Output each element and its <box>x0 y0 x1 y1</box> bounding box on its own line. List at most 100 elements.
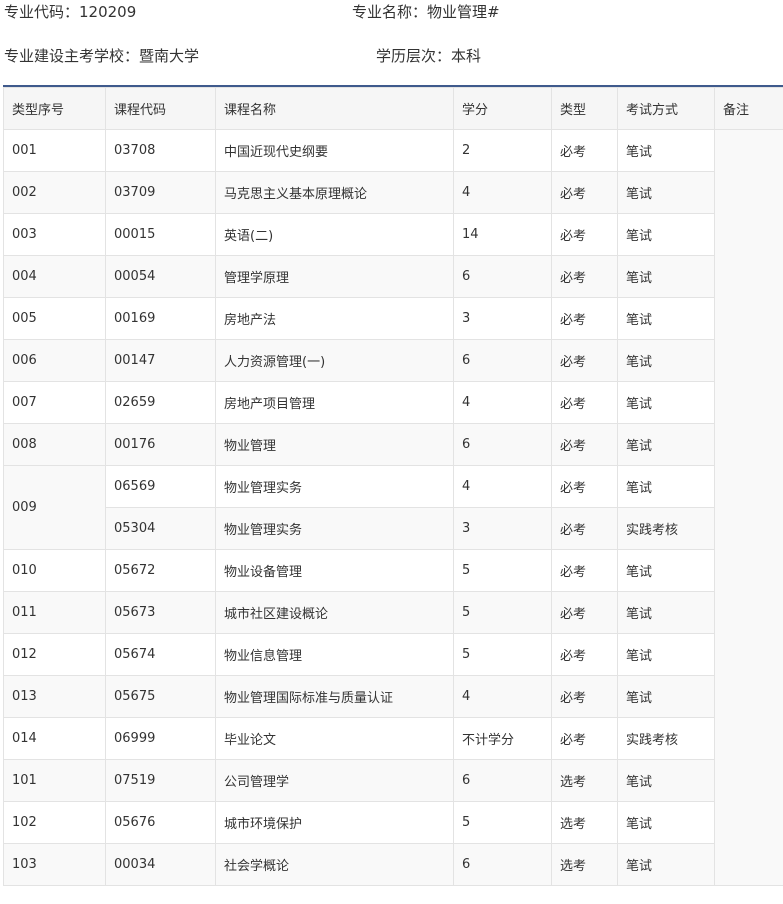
cell-code: 00054 <box>105 255 216 298</box>
cell-seq: 009 <box>3 465 106 550</box>
cell-type: 必考 <box>551 465 618 508</box>
table-row: 013 05675 物业管理国际标准与质量认证 4 必考 笔试 <box>3 675 783 718</box>
cell-code: 07519 <box>105 759 216 802</box>
cell-seq: 103 <box>3 843 106 886</box>
cell-name: 社会学概论 <box>215 843 454 886</box>
cell-type: 选考 <box>551 843 618 886</box>
cell-credit: 5 <box>453 591 552 634</box>
table-row: 005 00169 房地产法 3 必考 笔试 <box>3 297 783 340</box>
cell-seq: 014 <box>3 717 106 760</box>
cell-code: 02659 <box>105 381 216 424</box>
cell-name: 物业设备管理 <box>215 549 454 592</box>
cell-code: 00034 <box>105 843 216 886</box>
cell-code: 00176 <box>105 423 216 466</box>
cell-seq: 012 <box>3 633 106 676</box>
cell-exam: 笔试 <box>617 549 715 592</box>
cell-exam: 笔试 <box>617 759 715 802</box>
cell-code: 05304 <box>105 507 216 550</box>
cell-name: 物业信息管理 <box>215 633 454 676</box>
cell-exam: 笔试 <box>617 843 715 886</box>
table-header-row: 类型序号 课程代码 课程名称 学分 类型 考试方式 备注 <box>3 87 783 130</box>
cell-name: 物业管理实务 <box>215 507 454 550</box>
cell-code: 05675 <box>105 675 216 718</box>
cell-seq: 101 <box>3 759 106 802</box>
column-header: 学分 <box>453 87 552 130</box>
cell-type: 必考 <box>551 717 618 760</box>
cell-type: 必考 <box>551 591 618 634</box>
cell-code: 00169 <box>105 297 216 340</box>
cell-credit: 6 <box>453 423 552 466</box>
cell-seq: 006 <box>3 339 106 382</box>
cell-seq: 001 <box>3 129 106 172</box>
cell-type: 必考 <box>551 129 618 172</box>
table-row: 001 03708 中国近现代史纲要 2 必考 笔试 <box>3 129 783 886</box>
cell-seq: 005 <box>3 297 106 340</box>
cell-credit: 6 <box>453 843 552 886</box>
cell-exam: 实践考核 <box>617 507 715 550</box>
cell-name: 公司管理学 <box>215 759 454 802</box>
cell-name: 城市环境保护 <box>215 801 454 844</box>
cell-exam: 笔试 <box>617 801 715 844</box>
cell-exam: 笔试 <box>617 465 715 508</box>
cell-code: 05672 <box>105 549 216 592</box>
education-level: 学历层次：本科 <box>376 47 482 65</box>
cell-seq: 004 <box>3 255 106 298</box>
cell-type: 必考 <box>551 675 618 718</box>
column-header: 类型序号 <box>3 87 106 130</box>
table-row: 008 00176 物业管理 6 必考 笔试 <box>3 423 783 466</box>
cell-credit: 6 <box>453 759 552 802</box>
cell-name: 马克思主义基本原理概论 <box>215 171 454 214</box>
cell-credit: 不计学分 <box>453 717 552 760</box>
cell-name: 人力资源管理(一) <box>215 339 454 382</box>
cell-credit: 5 <box>453 633 552 676</box>
table-row: 007 02659 房地产项目管理 4 必考 笔试 <box>3 381 783 424</box>
table-row: 012 05674 物业信息管理 5 必考 笔试 <box>3 633 783 676</box>
cell-code: 00015 <box>105 213 216 256</box>
cell-type: 必考 <box>551 255 618 298</box>
column-header: 课程名称 <box>215 87 454 130</box>
cell-seq: 002 <box>3 171 106 214</box>
table-row: 002 03709 马克思主义基本原理概论 4 必考 笔试 <box>3 171 783 214</box>
table-row: 003 00015 英语(二) 14 必考 笔试 <box>3 213 783 256</box>
major-name: 专业名称：物业管理# <box>352 3 500 21</box>
cell-name: 中国近现代史纲要 <box>215 129 454 172</box>
cell-exam: 笔试 <box>617 423 715 466</box>
table-row: 103 00034 社会学概论 6 选考 笔试 <box>3 843 783 886</box>
cell-note <box>714 129 783 886</box>
cell-name: 物业管理实务 <box>215 465 454 508</box>
cell-exam: 笔试 <box>617 381 715 424</box>
cell-exam: 实践考核 <box>617 717 715 760</box>
cell-code: 03709 <box>105 171 216 214</box>
column-header: 类型 <box>551 87 618 130</box>
cell-credit: 14 <box>453 213 552 256</box>
cell-name: 城市社区建设概论 <box>215 591 454 634</box>
cell-seq: 013 <box>3 675 106 718</box>
cell-type: 必考 <box>551 549 618 592</box>
major-code: 专业代码：120209 <box>4 3 137 21</box>
cell-exam: 笔试 <box>617 339 715 382</box>
host-school: 专业建设主考学校：暨南大学 <box>4 47 200 65</box>
cell-credit: 4 <box>453 675 552 718</box>
cell-type: 必考 <box>551 633 618 676</box>
cell-type: 必考 <box>551 507 618 550</box>
cell-exam: 笔试 <box>617 129 715 172</box>
cell-code: 05674 <box>105 633 216 676</box>
cell-type: 选考 <box>551 801 618 844</box>
cell-name: 英语(二) <box>215 213 454 256</box>
column-header: 课程代码 <box>105 87 216 130</box>
cell-seq: 007 <box>3 381 106 424</box>
cell-credit: 4 <box>453 381 552 424</box>
column-header: 考试方式 <box>617 87 715 130</box>
cell-exam: 笔试 <box>617 591 715 634</box>
cell-name: 管理学原理 <box>215 255 454 298</box>
cell-credit: 5 <box>453 549 552 592</box>
cell-code: 05673 <box>105 591 216 634</box>
cell-type: 必考 <box>551 297 618 340</box>
table-row: 014 06999 毕业论文 不计学分 必考 实践考核 <box>3 717 783 760</box>
cell-type: 必考 <box>551 381 618 424</box>
cell-code: 06999 <box>105 717 216 760</box>
table-row: 101 07519 公司管理学 6 选考 笔试 <box>3 759 783 802</box>
cell-credit: 3 <box>453 507 552 550</box>
table-row: 05304 物业管理实务 3 必考 实践考核 <box>4 507 783 550</box>
cell-code: 03708 <box>105 129 216 172</box>
